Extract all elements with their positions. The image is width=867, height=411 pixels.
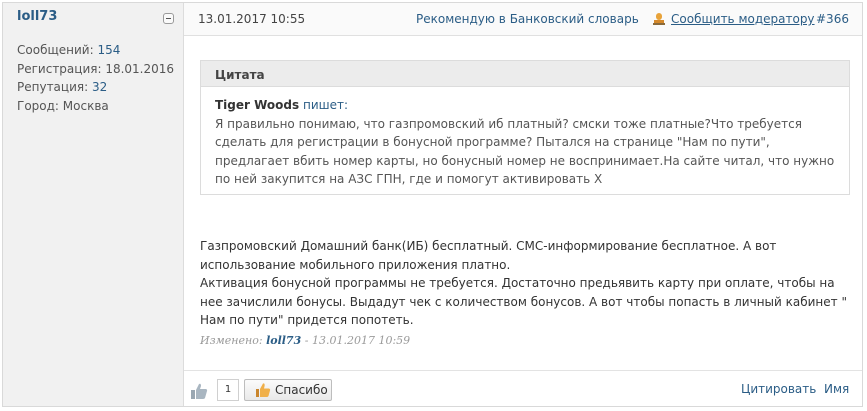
forum-post: loll73 Сообщений: 154 Регистрация: 18.01… bbox=[2, 2, 863, 407]
edited-label: Изменено: bbox=[200, 334, 263, 347]
thanks-button[interactable]: Спасибо bbox=[244, 379, 332, 401]
name-button[interactable]: Имя bbox=[824, 382, 849, 396]
stat-label: Репутация: bbox=[17, 80, 92, 94]
thanks-hand-icon bbox=[256, 383, 271, 397]
stat-value: Москва bbox=[62, 98, 109, 113]
thanks-label: Спасибо bbox=[275, 383, 328, 397]
stat-label: Город: bbox=[17, 98, 63, 113]
quote-text: Я правильно понимаю, что газпромовский и… bbox=[215, 116, 835, 187]
thumbs-up-icon[interactable] bbox=[190, 382, 208, 400]
like-count: 1 bbox=[217, 379, 239, 401]
post-message: Газпромовский Домашний банк(ИБ) бесплатн… bbox=[200, 237, 850, 330]
message-paragraph: Газпромовский Домашний банк(ИБ) бесплатн… bbox=[200, 239, 777, 272]
stat-value[interactable]: 154 bbox=[97, 43, 120, 57]
edited-note: Изменено: loll73 - 13.01.2017 10:59 bbox=[200, 334, 410, 347]
stat-messages: Сообщений: 154 bbox=[17, 41, 174, 60]
report-moderator-link[interactable]: Сообщить модератору bbox=[671, 12, 815, 26]
post-header: 13.01.2017 10:55 Рекомендую в Банковский… bbox=[184, 3, 862, 36]
collapse-icon[interactable] bbox=[163, 13, 174, 24]
post-footer: 1 Спасибо Цитировать Имя bbox=[184, 370, 862, 406]
stat-label: Регистрация: bbox=[17, 61, 106, 76]
recommend-link[interactable]: Рекомендую в Банковский словарь bbox=[416, 12, 639, 26]
quote-body: Tiger Woods пишет: Я правильно понимаю, … bbox=[201, 87, 849, 189]
stat-value: 18.01.2016 bbox=[105, 61, 175, 76]
quote-button[interactable]: Цитировать bbox=[741, 382, 816, 396]
editor-link[interactable]: loll73 bbox=[266, 334, 301, 347]
stat-reputation: Репутация: 32 bbox=[17, 78, 174, 97]
edited-date: - 13.01.2017 10:59 bbox=[304, 334, 411, 347]
post-number-link[interactable]: #366 bbox=[816, 12, 849, 26]
message-paragraph: Активация бонусной программы не требуетс… bbox=[200, 276, 847, 327]
user-sidebar: loll73 Сообщений: 154 Регистрация: 18.01… bbox=[3, 3, 184, 406]
quote-author: Tiger Woods bbox=[215, 98, 300, 112]
username-link[interactable]: loll73 bbox=[17, 9, 57, 24]
quote-writes: пишет: bbox=[302, 98, 349, 112]
quote-block: Цитата Tiger Woods пишет: Я правильно по… bbox=[200, 60, 850, 195]
stat-city: Город: Москва bbox=[17, 97, 174, 116]
report-icon bbox=[653, 13, 665, 25]
user-stats: Сообщений: 154 Регистрация: 18.01.2016 Р… bbox=[17, 41, 174, 115]
stat-registration: Регистрация: 18.01.2016 bbox=[17, 60, 174, 79]
post-date: 13.01.2017 10:55 bbox=[198, 12, 306, 26]
quote-title: Цитата bbox=[201, 61, 849, 87]
stat-label: Сообщений: bbox=[17, 43, 98, 57]
stat-value[interactable]: 32 bbox=[92, 80, 107, 94]
